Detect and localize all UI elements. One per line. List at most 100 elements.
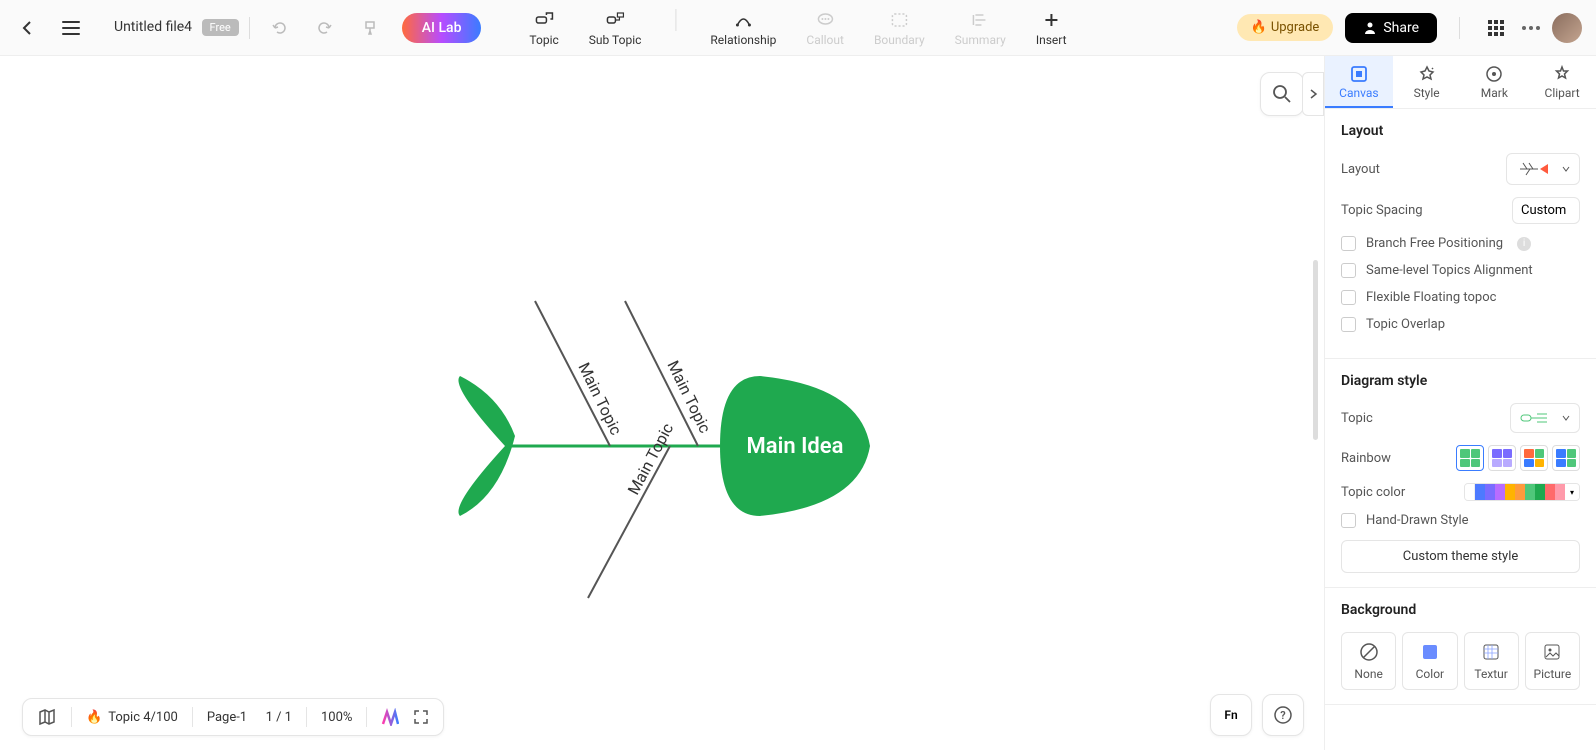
divider — [71, 707, 72, 727]
topic-style-preview-icon — [1519, 409, 1555, 427]
bg-texture[interactable]: Textur — [1464, 632, 1519, 690]
spacing-label: Topic Spacing — [1341, 203, 1423, 218]
divider — [249, 17, 250, 39]
relationship-tool[interactable]: Relationship — [704, 9, 782, 47]
topic-count[interactable]: 🔥Topic 4/100 — [86, 710, 178, 725]
none-icon — [1358, 641, 1380, 663]
bg-color[interactable]: Color — [1402, 632, 1457, 690]
flexible-label: Flexible Floating topoc — [1366, 290, 1496, 305]
layout-label: Layout — [1341, 162, 1380, 177]
tab-style[interactable]: Style — [1393, 56, 1461, 108]
map-icon — [37, 708, 57, 726]
more-button[interactable] — [1522, 26, 1540, 30]
bottom-bar: 🔥Topic 4/100 Page-1 1 / 1 100% — [22, 698, 444, 736]
layout-title: Layout — [1341, 123, 1580, 139]
custom-theme-button[interactable]: Custom theme style — [1341, 540, 1580, 573]
rainbow-swatch-4[interactable] — [1552, 445, 1580, 471]
logo-button[interactable] — [381, 708, 399, 726]
help-button[interactable]: ? — [1262, 694, 1304, 736]
fn-button[interactable]: Fn — [1210, 694, 1252, 736]
branch-free-checkbox[interactable] — [1341, 236, 1356, 251]
bottom-right-group: Fn ? — [1210, 694, 1304, 736]
spacing-dropdown[interactable]: Custom — [1512, 197, 1580, 224]
diagram-style-section: Diagram style Topic Rainbow Topic color — [1325, 359, 1596, 588]
boundary-tool: Boundary — [868, 9, 931, 47]
rainbow-swatch-1[interactable] — [1456, 445, 1484, 471]
info-icon[interactable]: i — [1517, 237, 1531, 251]
share-button[interactable]: Share — [1345, 13, 1437, 43]
zoom-level[interactable]: 100% — [321, 710, 352, 725]
format-painter-button[interactable] — [358, 15, 384, 41]
chevron-down-icon — [1561, 413, 1571, 423]
rainbow-swatch-2[interactable] — [1488, 445, 1516, 471]
menu-button[interactable] — [62, 14, 90, 42]
divider — [1459, 17, 1460, 39]
vertical-scrollbar[interactable] — [1313, 260, 1318, 440]
overlap-checkbox[interactable] — [1341, 317, 1356, 332]
branch-free-label: Branch Free Positioning — [1366, 236, 1503, 251]
same-level-checkbox[interactable] — [1341, 263, 1356, 278]
bg-options: None Color Textur Picture — [1341, 632, 1580, 690]
color-fill-icon — [1419, 641, 1441, 663]
history-group — [266, 15, 384, 41]
topic-style-label: Topic — [1341, 411, 1373, 426]
panel-collapse-button[interactable] — [1302, 72, 1324, 116]
user-avatar[interactable] — [1552, 13, 1582, 43]
center-tools: Topic Sub Topic Relationship Callout Bou… — [523, 9, 1072, 47]
layout-dropdown[interactable] — [1506, 153, 1580, 185]
tab-mark[interactable]: Mark — [1461, 56, 1529, 108]
style-icon — [1417, 64, 1437, 84]
back-button[interactable] — [14, 14, 42, 42]
divider — [675, 9, 676, 31]
map-button[interactable] — [37, 708, 57, 726]
same-level-label: Same-level Topics Alignment — [1366, 263, 1533, 278]
person-icon — [1363, 21, 1377, 35]
callout-tool: Callout — [800, 9, 850, 47]
callout-icon — [814, 9, 836, 31]
topic-tool[interactable]: Topic — [523, 9, 564, 47]
layout-section: Layout Layout Topic Spacing Custom Branc… — [1325, 109, 1596, 359]
flexible-checkbox[interactable] — [1341, 290, 1356, 305]
relationship-icon — [732, 9, 754, 31]
hand-drawn-label: Hand-Drawn Style — [1366, 513, 1469, 528]
rainbow-swatch-3[interactable] — [1520, 445, 1548, 471]
chevron-down-icon — [1561, 164, 1571, 174]
topic-icon — [533, 9, 555, 31]
boundary-icon — [888, 9, 910, 31]
fish-tail — [458, 376, 515, 516]
background-section: Background None Color Textur Picture — [1325, 588, 1596, 705]
tab-canvas[interactable]: Canvas — [1325, 56, 1393, 108]
ai-lab-button[interactable]: AI Lab — [402, 13, 482, 43]
redo-button[interactable] — [312, 15, 338, 41]
search-button[interactable] — [1260, 72, 1304, 116]
branch-2-text[interactable]: Main Topic — [663, 357, 714, 436]
undo-button[interactable] — [266, 15, 292, 41]
subtopic-icon — [604, 9, 626, 31]
upgrade-button[interactable]: 🔥Upgrade — [1237, 14, 1334, 41]
grid-apps-button[interactable] — [1482, 14, 1510, 42]
tab-clipart[interactable]: Clipart — [1528, 56, 1596, 108]
topic-color-label: Topic color — [1341, 485, 1405, 500]
overlap-label: Topic Overlap — [1366, 317, 1445, 332]
fullscreen-button[interactable] — [413, 709, 429, 725]
main-idea-text[interactable]: Main Idea — [747, 434, 844, 459]
background-title: Background — [1341, 602, 1580, 618]
bg-none[interactable]: None — [1341, 632, 1396, 690]
mark-icon — [1484, 64, 1504, 84]
fire-icon: 🔥 — [86, 710, 102, 725]
topic-color-picker[interactable]: ▾ — [1464, 483, 1580, 501]
insert-tool[interactable]: Insert — [1030, 9, 1073, 47]
topic-style-dropdown[interactable] — [1510, 403, 1580, 433]
divider — [366, 707, 367, 727]
rainbow-label: Rainbow — [1341, 451, 1391, 466]
bg-picture[interactable]: Picture — [1525, 632, 1580, 690]
subtopic-tool[interactable]: Sub Topic — [583, 9, 648, 47]
fishbone-diagram[interactable]: Main Idea Main Topic Main Topic Main Top… — [420, 246, 940, 606]
canvas[interactable]: Main Idea Main Topic Main Topic Main Top… — [0, 56, 1324, 750]
file-name[interactable]: Untitled file4 Free — [114, 19, 239, 36]
diagram-style-title: Diagram style — [1341, 373, 1580, 389]
hand-drawn-checkbox[interactable] — [1341, 513, 1356, 528]
page-indicator[interactable]: Page-1 1 / 1 — [207, 710, 292, 725]
branch-3-text[interactable]: Main Topic — [624, 420, 677, 498]
branch-3-line[interactable] — [588, 446, 670, 598]
